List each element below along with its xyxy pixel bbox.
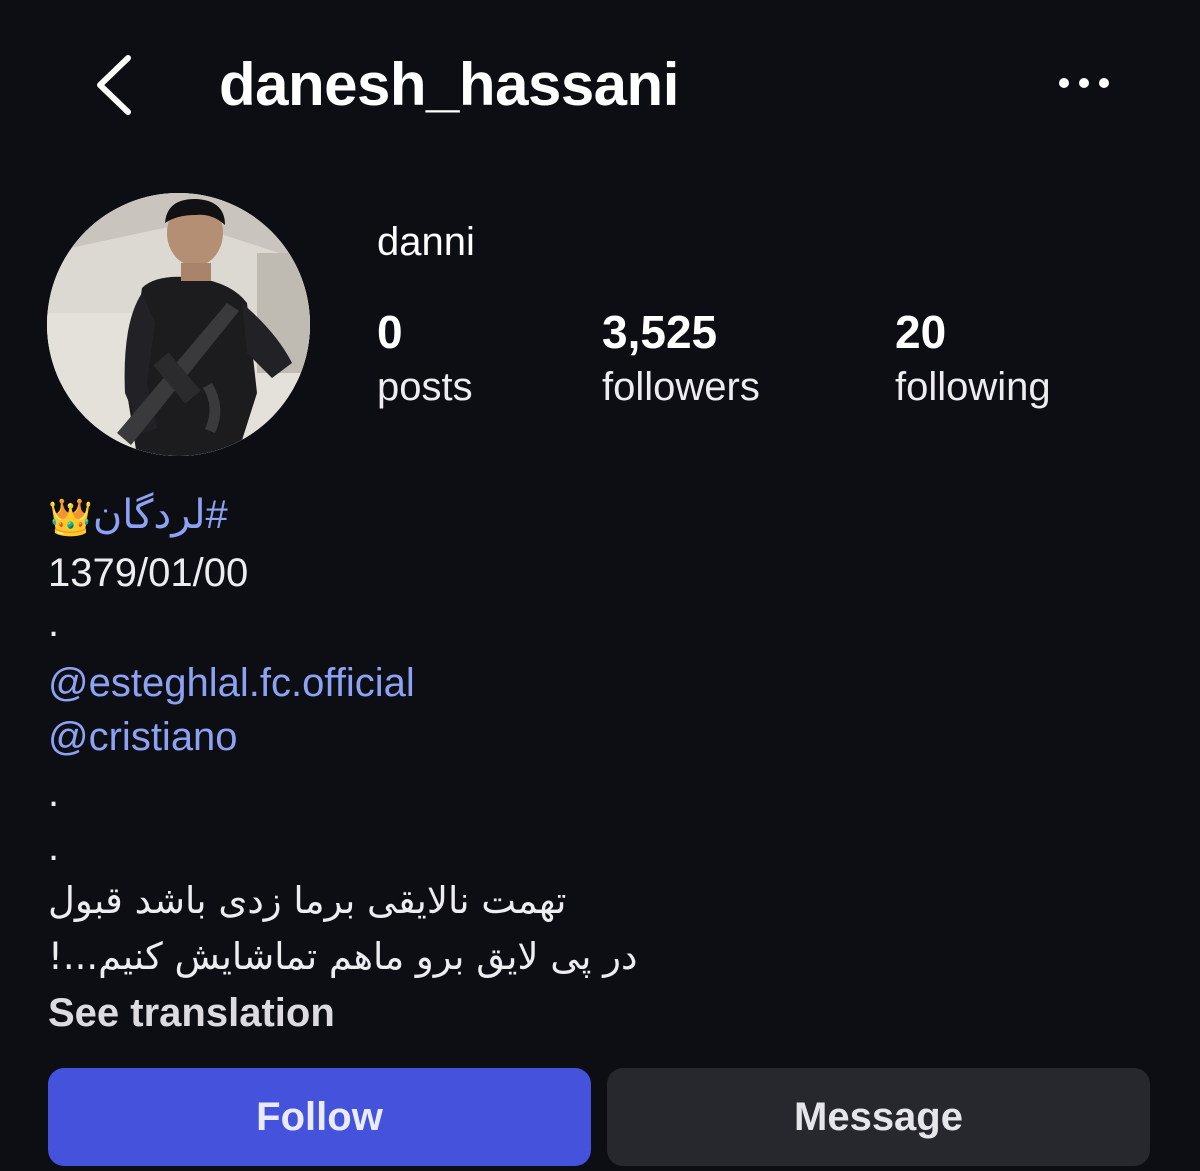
bio-dot: . xyxy=(48,601,60,645)
chevron-left-icon xyxy=(97,55,131,115)
bio-mention-cristiano[interactable]: @cristiano xyxy=(48,712,238,762)
following-count: 20 xyxy=(895,306,947,358)
header-username: danesh_hassani xyxy=(219,51,679,118)
bio-hashtag-line: 👑#لردگان xyxy=(48,490,228,542)
following-label: following xyxy=(895,365,1051,409)
bio-dot: . xyxy=(48,825,60,869)
followers-label: followers xyxy=(602,365,760,409)
see-translation-link[interactable]: See translation xyxy=(48,988,335,1038)
bio-hashtag[interactable]: #لردگان xyxy=(93,493,228,537)
follow-button[interactable]: Follow xyxy=(48,1068,591,1166)
followers-count: 3,525 xyxy=(602,306,718,358)
followers-stat[interactable]: 3,525 followers xyxy=(602,305,760,415)
crown-icon: 👑 xyxy=(48,496,93,538)
display-name: danni xyxy=(377,220,475,264)
posts-count: 0 xyxy=(377,306,403,358)
posts-label: posts xyxy=(377,365,473,409)
following-stat[interactable]: 20 following xyxy=(895,305,1051,415)
bio-date: 1379/01/00 xyxy=(48,551,249,595)
bio-persian-line-2: در پی لایق برو ماهم تماشایش کنیم...! xyxy=(48,935,638,978)
posts-stat[interactable]: 0 posts xyxy=(377,305,473,415)
profile-avatar[interactable] xyxy=(47,193,310,456)
more-horizontal-icon xyxy=(1059,78,1109,88)
back-button[interactable] xyxy=(88,50,148,120)
bio-persian-line-1: تهمت نالایقی برما زدی باشد قبول xyxy=(48,879,567,922)
avatar-photo xyxy=(47,193,310,456)
more-options-button[interactable] xyxy=(1052,65,1116,101)
bio-dot: . xyxy=(48,771,60,815)
message-button[interactable]: Message xyxy=(607,1068,1150,1166)
bio-mention-esteghlal[interactable]: @esteghlal.fc.official xyxy=(48,658,415,708)
profile-header: danesh_hassani xyxy=(0,0,1200,170)
